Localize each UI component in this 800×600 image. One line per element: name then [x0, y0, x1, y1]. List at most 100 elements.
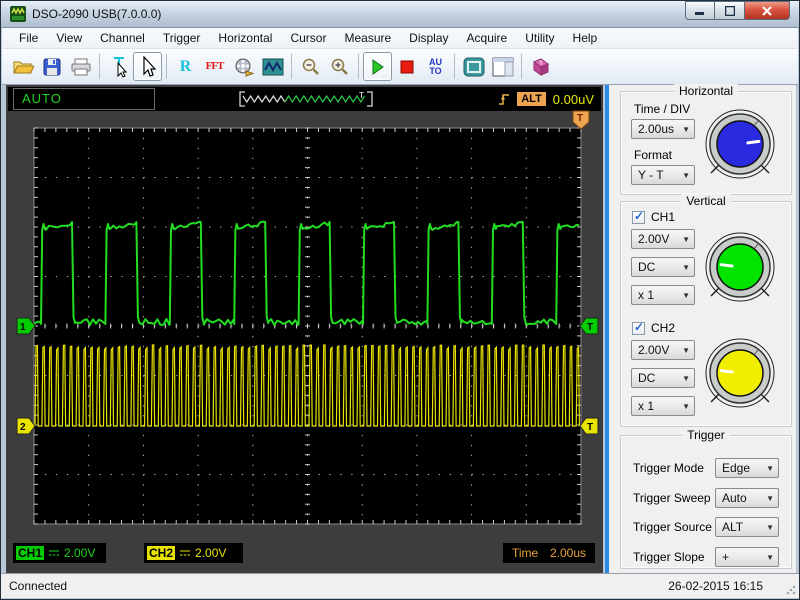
minimize-button[interactable] [685, 1, 715, 20]
ch2-probe: x 1 [638, 399, 655, 413]
ch2-probe-select[interactable]: x 1 ▼ [631, 396, 695, 416]
knob-pointer [746, 139, 761, 145]
chevron-down-icon: ▼ [766, 553, 774, 562]
ch1-scale-select[interactable]: 2.00V ▼ [631, 229, 695, 249]
title-bar: DSO-2090 USB(7.0.0.0) [1, 1, 799, 28]
minimize-icon [695, 12, 704, 15]
menu-item-view[interactable]: View [47, 28, 91, 48]
ch1-trigger-level-marker[interactable]: T [579, 317, 599, 335]
open-folder-icon [12, 61, 34, 73]
trigger-mode-label: Trigger Mode [633, 461, 704, 475]
scope-panel: AUTO T ALT 0.00uV 12TTT CH1 2.00V CH2 2.… [6, 85, 603, 573]
ch1-checkbox[interactable] [632, 209, 645, 224]
fullscreen-button[interactable] [459, 52, 488, 81]
app-icon [10, 6, 26, 22]
ch2-checkbox-label: CH2 [651, 321, 676, 335]
menu-item-measure[interactable]: Measure [335, 28, 400, 48]
menu-item-utility[interactable]: Utility [516, 28, 563, 48]
record-button[interactable] [229, 52, 258, 81]
ch2-ground-marker[interactable]: 2 [16, 417, 36, 435]
horizontal-knob[interactable] [701, 105, 779, 183]
menu-item-help[interactable]: Help [564, 28, 607, 48]
fft-button[interactable]: FFT [200, 52, 229, 81]
pointer-icon [142, 55, 156, 77]
trigger-sweep-value: Auto [722, 491, 747, 505]
stop-button[interactable] [392, 52, 421, 81]
toolbar-separator [521, 54, 522, 79]
layout-button[interactable] [488, 52, 517, 81]
dc-coupling-icon [180, 550, 191, 556]
ch1-probe: x 1 [638, 288, 655, 302]
menu-item-trigger[interactable]: Trigger [154, 28, 210, 48]
trigger-slope-select[interactable]: + ▼ [715, 547, 779, 567]
ch2-chip: CH2 [147, 546, 176, 560]
format-select[interactable]: Y - T ▼ [631, 165, 695, 185]
dc-coupling-icon [49, 550, 60, 556]
cursor-measure-icon [113, 56, 127, 78]
help-button[interactable]: ? [526, 52, 555, 81]
ch1-probe-select[interactable]: x 1 ▼ [631, 285, 695, 305]
close-icon [762, 5, 772, 16]
horizontal-group: Horizontal Time / DIV 2.00us ▼ Format Y -… [620, 84, 792, 195]
menu-item-horizontal[interactable]: Horizontal [209, 28, 281, 48]
knob-pointer [719, 263, 734, 268]
time-label: Time [512, 546, 539, 560]
trigger-sweep-select[interactable]: Auto ▼ [715, 488, 779, 508]
ch2-scale-select[interactable]: 2.00V ▼ [631, 340, 695, 360]
control-panel: Horizontal Time / DIV 2.00us ▼ Format Y -… [605, 84, 796, 573]
trigger-mode-select[interactable]: Edge ▼ [715, 458, 779, 478]
menu-item-file[interactable]: File [10, 28, 47, 48]
maximize-button[interactable] [715, 1, 745, 20]
ch2-scale-readout: CH2 2.00V [144, 543, 243, 563]
waveform-window-button[interactable] [258, 52, 287, 81]
start-button[interactable] [363, 52, 392, 81]
time-div-select[interactable]: 2.00us ▼ [631, 119, 695, 139]
time-div-label: Time / DIV [634, 102, 691, 116]
chevron-down-icon: ▼ [766, 464, 774, 473]
trigger-position-marker[interactable]: T [572, 110, 590, 130]
pointer-button[interactable] [133, 52, 162, 81]
ch1-coupling-select[interactable]: DC ▼ [631, 257, 695, 277]
open-button[interactable] [8, 52, 37, 81]
close-button[interactable] [745, 1, 790, 20]
toolbar-separator [99, 54, 100, 79]
zoom-out-button[interactable] [296, 52, 325, 81]
ch1-scale: 2.00V [638, 232, 670, 246]
trigger-slope-label: Trigger Slope [633, 550, 705, 564]
format-value: Y - T [638, 168, 664, 182]
menu-item-acquire[interactable]: Acquire [458, 28, 517, 48]
trigger-source-select[interactable]: ALT ▼ [715, 517, 779, 537]
auto-setup-button[interactable]: R [171, 52, 200, 81]
chevron-down-icon: ▼ [682, 374, 690, 383]
trigger-group: Trigger Trigger Mode Edge ▼ Trigger Sweep… [620, 428, 792, 569]
waveform-icon [262, 58, 283, 75]
ch2-coupling-select[interactable]: DC ▼ [631, 368, 695, 388]
ch1-scale-readout: CH1 2.00V [13, 543, 106, 563]
menu-item-cursor[interactable]: Cursor [281, 28, 335, 48]
menu-item-display[interactable]: Display [400, 28, 457, 48]
save-icon [43, 58, 60, 75]
app-window: DSO-2090 USB(7.0.0.0) File View Channel … [0, 0, 800, 600]
ch1-ground-marker[interactable]: 1 [16, 317, 36, 335]
ch1-checkbox-label: CH1 [651, 210, 676, 224]
chevron-down-icon: ▼ [766, 523, 774, 532]
ch2-checkbox[interactable] [632, 320, 645, 335]
cursor-measure-button[interactable] [104, 52, 133, 81]
maximize-icon [724, 5, 735, 16]
toolbar-separator [358, 54, 359, 79]
resize-grip[interactable] [785, 584, 797, 596]
zoom-in-button[interactable] [325, 52, 354, 81]
autoset-button[interactable]: AU TO [421, 52, 450, 81]
toolbar-separator [166, 54, 167, 79]
format-label: Format [634, 148, 673, 162]
svg-text:T: T [587, 422, 593, 433]
ch1-position-knob[interactable] [701, 228, 779, 306]
menu-bar: File View Channel Trigger Horizontal Cur… [2, 28, 798, 49]
menu-item-channel[interactable]: Channel [91, 28, 154, 48]
save-button[interactable] [37, 52, 66, 81]
chevron-down-icon: ▼ [682, 346, 690, 355]
ch2-trigger-level-marker[interactable]: T [579, 417, 599, 435]
horizontal-group-title: Horizontal [673, 84, 739, 98]
ch2-position-knob[interactable] [701, 334, 779, 412]
print-button[interactable] [66, 52, 95, 81]
